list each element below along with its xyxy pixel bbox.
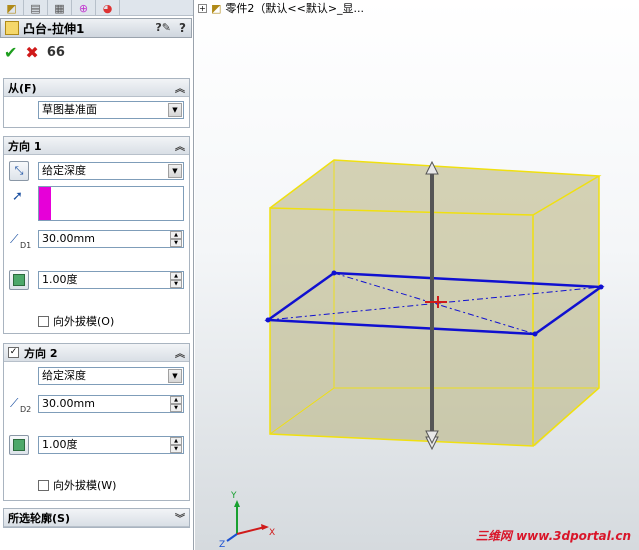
from-group: 从(F) ︽ 草图基准面 ▼ (3, 78, 190, 128)
draft-angle-spinner-2[interactable]: ▲ ▼ (170, 437, 182, 453)
depth-d1-label: D1 (20, 241, 32, 250)
end-condition-value-2: 给定深度 (42, 369, 86, 382)
help-pin-icon[interactable]: ?✎ (155, 21, 171, 34)
reverse-direction-button[interactable]: ⤡ (9, 161, 29, 181)
graphics-area[interactable]: + ◩ 零件2（默认<<默认>_显... Y X Z 三维网 www.3dpor… (195, 0, 639, 550)
draft-icon (13, 439, 25, 451)
draft-outward-label-2: 向外拔模(W) (53, 479, 117, 492)
boss-extrude-icon (5, 21, 19, 35)
depth-spinner-1[interactable]: ▲ ▼ (170, 231, 182, 247)
help-icon[interactable]: ? (179, 21, 186, 35)
triad-x-label: X (269, 528, 275, 538)
property-manager-icon: ▤ (30, 1, 41, 15)
draft-toggle-button-1[interactable] (9, 270, 29, 290)
dropdown-arrow-icon: ▼ (168, 164, 182, 178)
feature-title-bar: 凸台-拉伸1 ?✎ ? (0, 18, 192, 38)
depth-input-2[interactable]: 30.00mm ▲ ▼ (38, 395, 184, 413)
triad-z-label: Z (219, 540, 225, 550)
triad-x-axis (236, 526, 266, 535)
depth-spinner-2[interactable]: ▲ ▼ (170, 396, 182, 412)
draft-outward-checkbox-1[interactable]: 向外拔模(O) (38, 313, 114, 329)
direction2-title: 方向 2 (24, 346, 58, 360)
from-group-header[interactable]: 从(F) ︽ (4, 79, 189, 97)
direction1-title: 方向 1 (8, 139, 42, 153)
draft-angle-value-1: 1.00度 (42, 273, 78, 286)
direction2-header[interactable]: ✓ 方向 2 ︽ (4, 344, 189, 362)
from-group-title: 从(F) (8, 81, 37, 95)
feature-manager-tab[interactable]: ◩ (0, 0, 24, 16)
depth-icon: ⟋ (10, 396, 19, 410)
feature-title: 凸台-拉伸1 (23, 21, 85, 36)
direction2-group: ✓ 方向 2 ︽ 给定深度 ▼ ⟋ D2 30.00mm ▲ ▼ 1.00度 ▲ ▼… (3, 343, 190, 501)
draft-angle-input-2[interactable]: 1.00度 ▲ ▼ (38, 436, 184, 454)
depth-value-1: 30.00mm (42, 232, 95, 245)
sketch-vertex (598, 284, 604, 290)
collapse-chevron-icon[interactable]: ︽ (175, 138, 185, 153)
draft-outward-checkbox-2[interactable]: 向外拔模(W) (38, 477, 116, 493)
triad-x-arrow (261, 524, 269, 530)
sketch-vertex (532, 331, 538, 337)
site-watermark: 三维网 www.3dportal.cn (475, 529, 631, 543)
checkbox-box[interactable] (38, 315, 49, 327)
start-condition-select[interactable]: 草图基准面 ▼ (38, 101, 184, 119)
selected-contours-group: 所选轮廓(S) ︾ (3, 508, 190, 528)
end-condition-select-1[interactable]: 给定深度 ▼ (38, 162, 184, 180)
selection-color-swatch (39, 187, 51, 220)
checkbox-box[interactable] (38, 479, 49, 491)
collapse-chevron-icon[interactable]: ︽ (175, 80, 185, 95)
direction1-group: 方向 1 ︽ ⤡ 给定深度 ▼ ➚ ⟋ D1 30.00mm ▲ ▼ 1.00度 … (3, 136, 190, 334)
manager-tabs: ◩ ▤ ▦ ⊕ ◕ (0, 0, 193, 16)
end-condition-select-2[interactable]: 给定深度 ▼ (38, 367, 184, 385)
extrude-arrow-shaft[interactable] (430, 172, 434, 440)
triad-z-axis (226, 533, 238, 542)
collapse-chevron-icon[interactable]: ︽ (175, 345, 185, 360)
direction-vector-icon: ➚ (12, 189, 23, 204)
direction-selection-box[interactable] (38, 186, 184, 221)
dropdown-arrow-icon: ▼ (168, 103, 182, 117)
draft-angle-spinner-1[interactable]: ▲ ▼ (170, 272, 182, 288)
selected-contours-title: 所选轮廓(S) (8, 511, 70, 525)
dropdown-arrow-icon: ▼ (168, 369, 182, 383)
selected-contours-header[interactable]: 所选轮廓(S) ︾ (4, 509, 189, 527)
direction1-header[interactable]: 方向 1 ︽ (4, 137, 189, 155)
model-view[interactable]: Y X Z (195, 0, 639, 550)
feature-manager-icon: ◩ (6, 1, 17, 15)
depth-d2-label: D2 (20, 405, 32, 414)
draft-icon (13, 274, 25, 286)
ok-button[interactable]: ✔ (4, 44, 17, 62)
reverse-direction-icon: ⤡ (14, 164, 24, 177)
draft-outward-label-1: 向外拔模(O) (53, 315, 115, 328)
detailed-preview-button[interactable]: 66 (47, 44, 65, 62)
expand-chevron-icon[interactable]: ︾ (175, 510, 185, 525)
property-manager-panel: ◩ ▤ ▦ ⊕ ◕ 凸台-拉伸1 ?✎ ? ✔ ✖ 66 从(F) ︽ 草图基准… (0, 0, 194, 550)
sketch-vertex (265, 317, 271, 323)
start-condition-value: 草图基准面 (42, 103, 97, 116)
direction2-enable-checkbox[interactable]: ✓ (8, 347, 19, 358)
sketch-vertex (331, 270, 337, 276)
end-condition-value-1: 给定深度 (42, 164, 86, 177)
configuration-manager-tab[interactable]: ▦ (48, 0, 72, 16)
display-manager-tab[interactable]: ◕ (96, 0, 120, 16)
draft-angle-input-1[interactable]: 1.00度 ▲ ▼ (38, 271, 184, 289)
draft-angle-value-2: 1.00度 (42, 438, 78, 451)
dimxpert-tab[interactable]: ⊕ (72, 0, 96, 16)
triad-y-arrow (234, 500, 240, 507)
display-manager-icon: ◕ (102, 1, 113, 15)
configuration-manager-icon: ▦ (54, 1, 65, 15)
action-buttons: ✔ ✖ 66 (4, 44, 65, 62)
property-manager-tab[interactable]: ▤ (24, 0, 48, 16)
dimxpert-icon: ⊕ (78, 1, 89, 15)
draft-toggle-button-2[interactable] (9, 435, 29, 455)
cancel-button[interactable]: ✖ (25, 44, 38, 62)
depth-value-2: 30.00mm (42, 397, 95, 410)
triad-y-label: Y (230, 491, 237, 501)
depth-input-1[interactable]: 30.00mm ▲ ▼ (38, 230, 184, 248)
depth-icon: ⟋ (10, 232, 19, 246)
